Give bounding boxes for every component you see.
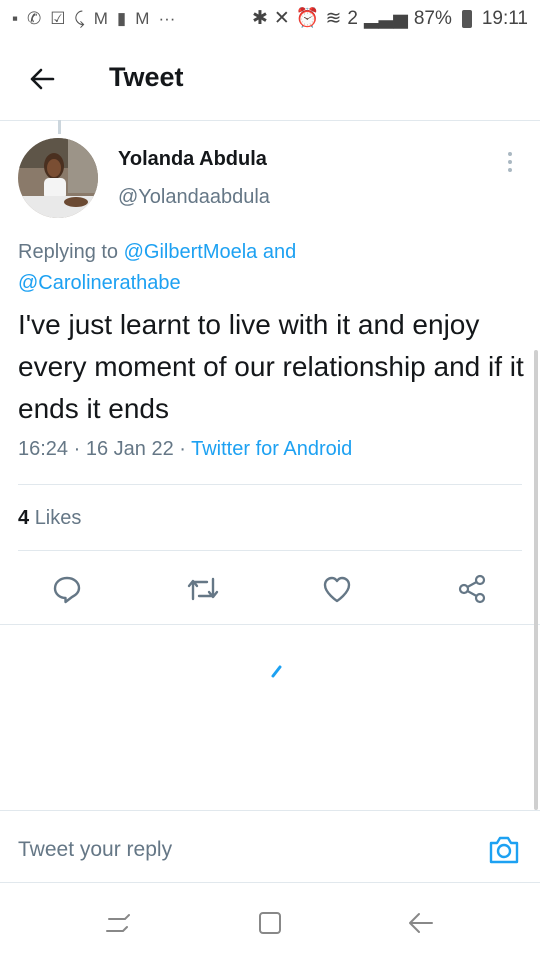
page-title: Tweet: [109, 62, 184, 92]
battery-percent: 87%: [413, 8, 452, 29]
bluetooth-icon: ✱: [251, 8, 268, 29]
divider: [18, 550, 522, 551]
heart-icon: [323, 576, 351, 603]
system-icons: ✱ ✕ ⏰ ≋ 2 ▂▃▅ 87% 19:11: [252, 7, 528, 31]
tweet-source[interactable]: Twitter for Android: [191, 438, 352, 460]
back-arrow-icon: [30, 68, 55, 90]
divider: [0, 810, 540, 811]
likes-number: 4: [18, 507, 30, 529]
loading-spinner-icon: [271, 665, 282, 678]
checkbox-icon: ☑: [50, 9, 66, 28]
reply-button[interactable]: [47, 569, 87, 609]
more-vertical-icon: [508, 152, 512, 172]
retweet-icon: [187, 577, 219, 601]
more-dots-icon: ···: [158, 9, 176, 28]
person-icon: ▮: [116, 9, 127, 28]
likes-label: Likes: [34, 507, 82, 529]
avatar-photo: [18, 138, 98, 218]
missed-call-icon: ✆: [27, 9, 42, 28]
back-nav-button[interactable]: [400, 907, 440, 939]
camera-icon: [489, 836, 519, 864]
battery-icon: [461, 10, 472, 28]
avatar[interactable]: [18, 138, 98, 218]
tweet-meta: 16:24 · 16 Jan 22 · Twitter for Android: [18, 438, 353, 460]
replying-prefix: Replying to: [18, 241, 119, 263]
retweet-button[interactable]: [183, 569, 223, 609]
divider: [18, 484, 522, 485]
scrollbar[interactable]: [534, 350, 538, 810]
back-nav-icon: [409, 913, 433, 933]
status-bar: ▪ ✆ ☑ ⤹ M ▮ M ··· ✱ ✕ ⏰ ≋ 2 ▂▃▅ 87% 19:1…: [0, 0, 540, 38]
author-name[interactable]: Yolanda Abdula: [118, 148, 267, 171]
wifi-icon: ≋: [325, 8, 342, 29]
signal-icon: ▂▃▅: [363, 8, 408, 29]
chat-icon: ▪: [12, 9, 19, 28]
tweet-time: 16:24: [18, 438, 69, 460]
mention-link[interactable]: @Carolinerathabe: [18, 272, 181, 294]
author-handle[interactable]: @Yolandaabdula: [118, 186, 270, 209]
replying-to: Replying to @GilbertMoela and @Caroliner…: [18, 237, 518, 299]
recent-apps-icon: [106, 914, 130, 932]
back-button[interactable]: [20, 57, 64, 101]
thread-line: [58, 120, 61, 134]
sim-icon: 2: [347, 8, 358, 29]
mention-link[interactable]: @GilbertMoela: [124, 241, 258, 263]
mute-icon: ✕: [273, 8, 290, 29]
like-button[interactable]: [317, 569, 357, 609]
home-button[interactable]: [250, 907, 290, 939]
system-nav-bar: [0, 882, 540, 961]
divider: [0, 624, 540, 625]
missed-call-icon: ⤹: [74, 9, 85, 28]
reply-input[interactable]: [18, 838, 458, 862]
likes-count[interactable]: 4 Likes: [18, 507, 81, 530]
clock: 19:11: [481, 8, 528, 29]
home-icon: [259, 912, 281, 934]
gmail-icon: M: [135, 9, 150, 28]
share-icon: [458, 574, 486, 604]
recent-apps-button[interactable]: [98, 907, 138, 939]
alarm-icon: ⏰: [295, 8, 320, 29]
share-button[interactable]: [452, 569, 492, 609]
app-header: Tweet: [0, 38, 540, 121]
notification-icons: ▪ ✆ ☑ ⤹ M ▮ M ···: [12, 8, 175, 30]
camera-button[interactable]: [487, 833, 521, 867]
reply-icon: [53, 576, 81, 604]
gmail-icon: M: [93, 9, 108, 28]
tweet-date: 16 Jan 22: [85, 438, 174, 460]
replying-and[interactable]: and: [263, 241, 296, 263]
more-options-button[interactable]: [498, 148, 522, 178]
tweet-text: I've just learnt to live with it and enj…: [18, 309, 524, 424]
